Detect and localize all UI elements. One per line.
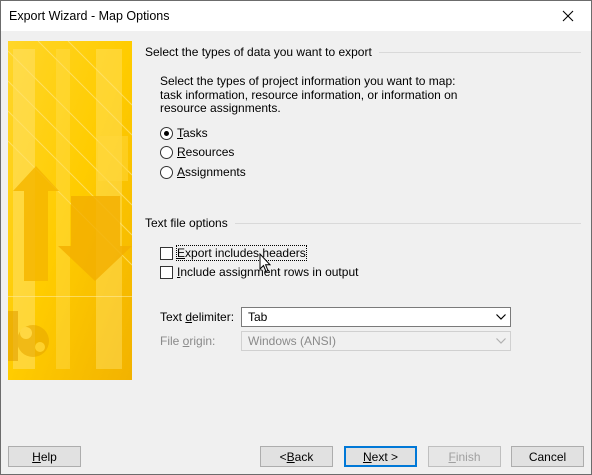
section-divider — [235, 223, 581, 224]
section-divider — [379, 52, 581, 53]
radio-assignments-label: Assignments — [177, 165, 246, 179]
checkbox-export-headers[interactable]: Export includes headers — [160, 245, 307, 261]
checkbox-export-headers-label: Export includes headers — [176, 245, 307, 261]
next-button[interactable]: Next > — [344, 446, 417, 467]
radio-tasks[interactable]: Tasks — [160, 125, 208, 141]
export-wizard-window: Export Wizard - Map Options Select the t… — [0, 0, 592, 475]
checkbox[interactable] — [160, 246, 173, 260]
section-heading-data-types: Select the types of data you want to exp… — [145, 45, 372, 59]
cancel-button[interactable]: Cancel — [511, 446, 584, 467]
radio-button[interactable] — [160, 145, 173, 159]
file-origin-value: Windows (ANSI) — [248, 334, 337, 348]
chevron-down-icon[interactable] — [492, 314, 510, 320]
window-title: Export Wizard - Map Options — [9, 9, 170, 23]
text-delimiter-dropdown[interactable]: Tab — [241, 307, 511, 327]
checkbox[interactable] — [160, 265, 173, 279]
section-heading-text-file: Text file options — [145, 216, 228, 230]
file-origin-dropdown: Windows (ANSI) — [241, 331, 511, 351]
back-button[interactable]: < Back — [260, 446, 333, 467]
radio-button-selected[interactable] — [160, 126, 173, 140]
file-origin-label: File origin: — [160, 334, 216, 348]
help-button[interactable]: Help — [8, 446, 81, 467]
radio-tasks-label: Tasks — [177, 126, 208, 140]
close-icon — [562, 10, 574, 22]
close-button[interactable] — [545, 1, 591, 31]
wizard-banner-image — [8, 41, 132, 380]
radio-button[interactable] — [160, 165, 173, 179]
text-delimiter-label: Text delimiter: — [160, 310, 235, 324]
description-text: Select the types of project information … — [160, 74, 458, 115]
radio-assignments[interactable]: Assignments — [160, 164, 246, 180]
text-delimiter-value: Tab — [248, 310, 268, 324]
chevron-down-icon — [492, 338, 510, 344]
title-bar: Export Wizard - Map Options — [1, 1, 591, 31]
radio-resources[interactable]: Resources — [160, 144, 234, 160]
finish-button: Finish — [428, 446, 501, 467]
radio-resources-label: Resources — [177, 145, 235, 159]
mouse-cursor-icon — [259, 253, 271, 273]
